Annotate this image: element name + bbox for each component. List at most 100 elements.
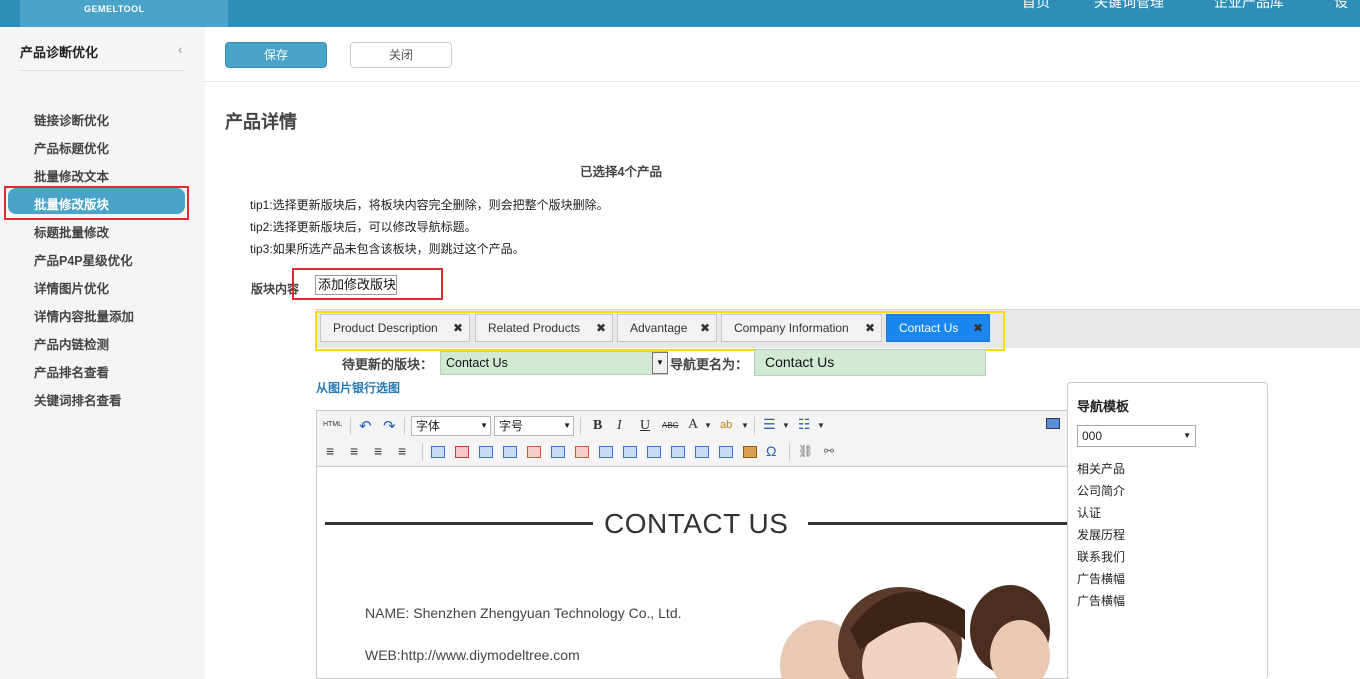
align-left-icon[interactable]: ≡: [326, 443, 334, 459]
nav-template-value: 000: [1082, 429, 1103, 443]
sidebar-item-link-diagnosis[interactable]: 链接诊断优化: [34, 110, 109, 129]
chevron-down-icon[interactable]: ▼: [782, 421, 790, 430]
merge-down-icon[interactable]: [671, 446, 685, 458]
toolbar-separator: [754, 417, 755, 435]
delete-table-icon[interactable]: [455, 446, 469, 458]
strikethrough-button[interactable]: ABC: [662, 421, 678, 430]
table-icon[interactable]: [431, 446, 445, 458]
nav-template-select[interactable]: 000 ▼: [1077, 425, 1196, 447]
sidebar-item-product-rank[interactable]: 产品排名查看: [34, 362, 109, 381]
bullet-list-icon[interactable]: ☰: [763, 416, 776, 433]
align-right-icon[interactable]: ≡: [374, 443, 382, 459]
pending-block-label: 待更新的版块：: [342, 357, 434, 372]
sidebar-item-title-optimize[interactable]: 产品标题优化: [34, 138, 109, 157]
close-button[interactable]: 关闭: [350, 42, 452, 68]
tip-1: tip1:选择更新版块后，将板块内容完全删除，则会把整个版块删除。: [250, 198, 609, 212]
contact-name-line: NAME: Shenzhen Zhengyuan Technology Co.,…: [365, 605, 682, 621]
italic-button[interactable]: I: [617, 418, 622, 434]
link-icon[interactable]: ⛓: [798, 444, 813, 458]
nav-template-title: 导航模板: [1077, 399, 1130, 414]
html-source-button[interactable]: HTML: [323, 421, 342, 428]
highlight-box: [315, 311, 1005, 351]
save-button[interactable]: 保存: [225, 42, 327, 68]
nav-template-item[interactable]: 联系我们: [1077, 548, 1125, 565]
contact-photo: [780, 570, 1067, 679]
numbered-list-icon[interactable]: ☷: [798, 416, 811, 433]
contact-web-line: WEB:http://www.diymodeltree.com: [365, 647, 580, 663]
sidebar-item-detail-image[interactable]: 详情图片优化: [34, 278, 109, 297]
merge-right-icon[interactable]: [647, 446, 661, 458]
nav-template-item[interactable]: 认证: [1077, 504, 1101, 521]
sidebar-divider: [20, 70, 185, 71]
image-icon[interactable]: [743, 446, 757, 458]
heading-rule-right: [808, 522, 1067, 525]
table-properties-icon[interactable]: [479, 446, 493, 458]
unlink-icon[interactable]: ⚯: [824, 444, 834, 458]
font-family-value: 字体: [416, 419, 441, 433]
split-rows-icon[interactable]: [695, 446, 709, 458]
top-nav-more[interactable]: 设: [1334, 0, 1348, 12]
redo-icon[interactable]: ↷: [383, 417, 396, 435]
rename-label: 导航更名为：: [670, 357, 749, 372]
chevron-left-icon[interactable]: ‹: [178, 41, 183, 57]
bold-button[interactable]: B: [593, 418, 602, 434]
sidebar-item-p4p[interactable]: 产品P4P星级优化: [34, 250, 133, 269]
font-size-value: 字号: [499, 419, 524, 433]
tip-2: tip2:选择更新版块后，可以修改导航标题。: [250, 220, 477, 234]
chevron-down-icon[interactable]: ▼: [741, 421, 749, 430]
toolbar-separator: [404, 417, 405, 435]
page-title: 产品详情: [225, 112, 297, 132]
nav-template-item[interactable]: 广告横幅: [1077, 570, 1125, 587]
insert-row-above-icon[interactable]: [503, 446, 517, 458]
font-size-select[interactable]: 字号 ▼: [494, 416, 574, 436]
font-color-button[interactable]: A: [688, 417, 698, 433]
toolbar-separator: [350, 417, 351, 435]
contact-heading: CONTACT US: [604, 508, 789, 539]
image-bank-link[interactable]: 从图片银行选图: [316, 379, 400, 396]
logo[interactable]: GEMELTOOL: [20, 0, 228, 27]
tip-3: tip3:如果所选产品未包含该板块，则跳过这个产品。: [250, 242, 525, 256]
delete-row-icon[interactable]: [527, 446, 541, 458]
split-cells-icon[interactable]: [623, 446, 637, 458]
highlight-color-icon[interactable]: ab: [720, 419, 732, 431]
sidebar-item-detail-content[interactable]: 详情内容批量添加: [34, 306, 134, 325]
nav-template-item[interactable]: 发展历程: [1077, 526, 1125, 543]
sidebar-item-title-batch[interactable]: 标题批量修改: [34, 222, 109, 241]
sidebar-item-internal-link[interactable]: 产品内链检测: [34, 334, 109, 353]
nav-template-item[interactable]: 公司简介: [1077, 482, 1125, 499]
highlight-box: [4, 186, 189, 220]
toolbar-separator: [422, 443, 423, 461]
sidebar-title[interactable]: 产品诊断优化: [20, 42, 98, 61]
rename-input[interactable]: Contact Us: [754, 349, 986, 376]
align-justify-icon[interactable]: ≡: [398, 443, 406, 459]
divider: [205, 81, 1360, 82]
toolbar-separator: [580, 417, 581, 435]
chevron-down-icon[interactable]: ▼: [817, 421, 825, 430]
top-nav-home[interactable]: 首页: [1022, 0, 1050, 12]
selected-count: 已选择4个产品: [580, 165, 662, 179]
sidebar-item-batch-text[interactable]: 批量修改文本: [34, 166, 109, 185]
font-family-select[interactable]: 字体 ▼: [411, 416, 491, 436]
underline-button[interactable]: U: [640, 418, 650, 434]
split-cols-icon[interactable]: [719, 446, 733, 458]
chevron-down-icon: ▼: [1183, 431, 1191, 440]
special-char-icon[interactable]: Ω: [766, 443, 776, 459]
sidebar-item-keyword-rank[interactable]: 关键词排名查看: [34, 390, 122, 409]
pending-block-select[interactable]: Contact Us: [440, 351, 668, 375]
insert-col-icon[interactable]: [551, 446, 565, 458]
undo-icon[interactable]: ↶: [359, 417, 372, 435]
align-center-icon[interactable]: ≡: [350, 443, 358, 459]
chevron-down-icon[interactable]: ▼: [704, 421, 712, 430]
fullscreen-icon[interactable]: [1046, 418, 1060, 429]
delete-col-icon[interactable]: [575, 446, 589, 458]
top-nav-keywords[interactable]: 关键词管理: [1094, 0, 1164, 12]
logo-text: GEMELTOOL: [84, 4, 145, 14]
chevron-down-icon: ▼: [480, 421, 488, 430]
top-nav-product-library[interactable]: 企业产品库: [1214, 0, 1284, 12]
chevron-down-icon: ▼: [563, 421, 571, 430]
chevron-down-icon[interactable]: ▼: [652, 352, 668, 374]
nav-template-item[interactable]: 广告横幅: [1077, 592, 1125, 609]
nav-template-item[interactable]: 相关产品: [1077, 460, 1125, 477]
highlight-box: [292, 268, 443, 300]
merge-cells-icon[interactable]: [599, 446, 613, 458]
